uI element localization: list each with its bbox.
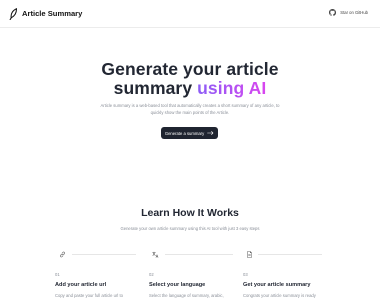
step-connector bbox=[258, 254, 322, 255]
step-description: Congrats your article summary is ready bbox=[243, 293, 316, 298]
how-it-works-title: Learn How It Works bbox=[141, 207, 239, 219]
step-title: Add your article url bbox=[55, 282, 107, 288]
hero-subtitle: Article summary is a web-based tool that… bbox=[100, 103, 280, 115]
github-label: Star on GitHub bbox=[340, 10, 368, 15]
hero-title-line2: summary using AI bbox=[0, 78, 380, 98]
step-connector bbox=[165, 254, 233, 255]
hero-title-line1: Generate your article bbox=[101, 59, 279, 79]
hero-title-highlight: using AI bbox=[197, 78, 267, 98]
step-number: 02 bbox=[149, 272, 154, 277]
arrow-right-icon bbox=[207, 131, 214, 135]
brand-name: Article Summary bbox=[22, 9, 83, 18]
brand-logo[interactable]: Article Summary bbox=[9, 8, 82, 20]
step-title: Get your article summary bbox=[243, 282, 311, 288]
feather-icon bbox=[9, 8, 18, 20]
hero-title-plain: summary bbox=[113, 78, 198, 98]
step-number: 03 bbox=[243, 272, 248, 277]
how-it-works-subtitle: Generate your own article summary using … bbox=[120, 226, 260, 231]
generate-summary-button[interactable]: Generate a summary bbox=[161, 127, 218, 139]
github-star-link[interactable]: Star on GitHub bbox=[329, 9, 368, 16]
step-connector bbox=[72, 254, 136, 255]
navbar: Article Summary Star on GitHub bbox=[0, 0, 380, 28]
generate-summary-label: Generate a summary bbox=[164, 130, 205, 136]
step-description: Select the language of summary, arabic, bbox=[149, 293, 224, 298]
document-icon bbox=[247, 251, 252, 258]
github-icon bbox=[329, 9, 337, 16]
step-title: Select your language bbox=[149, 282, 206, 288]
step-number: 01 bbox=[55, 272, 60, 277]
translate-icon bbox=[152, 251, 159, 258]
link-icon bbox=[60, 251, 65, 258]
step-description: Copy and paste your full article url to bbox=[55, 293, 123, 298]
